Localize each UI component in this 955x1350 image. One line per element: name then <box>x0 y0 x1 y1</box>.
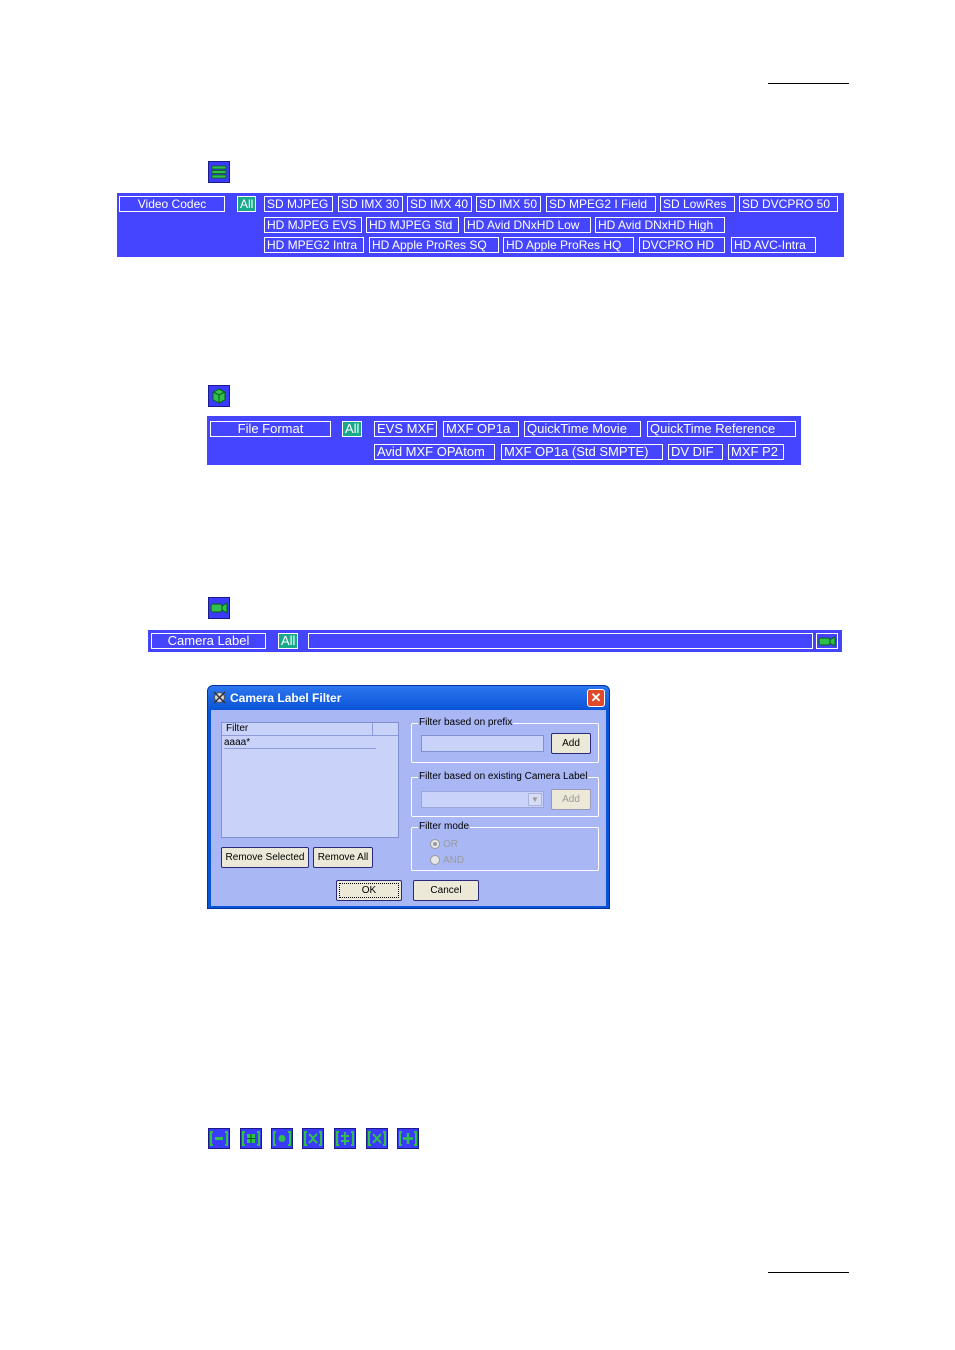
bracket-x-icon[interactable] <box>366 1128 388 1149</box>
video-codec-chip-sd-imx30[interactable]: SD IMX 30 <box>338 196 403 212</box>
dialog-titlebar: Camera Label Filter ✕ <box>208 686 609 710</box>
list-item[interactable]: aaaa* <box>224 737 376 749</box>
video-codec-bar: Video Codec All SD MJPEG SD IMX 30 SD IM… <box>117 193 844 257</box>
prefix-input[interactable] <box>421 735 544 752</box>
mode-and-radio[interactable]: AND <box>430 855 464 867</box>
file-format-chip-mxf-p2[interactable]: MXF P2 <box>728 444 784 460</box>
filter-mode-group-title: Filter mode <box>418 821 471 833</box>
remove-selected-button[interactable]: Remove Selected <box>221 847 309 868</box>
video-codec-chip-hd-mjpeg-std[interactable]: HD MJPEG Std <box>366 217 459 233</box>
prefix-group-title: Filter based on prefix <box>418 717 514 729</box>
video-codec-all-chip[interactable]: All <box>237 196 257 212</box>
video-codec-chip-sd-mjpeg[interactable]: SD MJPEG <box>264 196 333 212</box>
camera-label-all-chip[interactable]: All <box>278 633 299 649</box>
file-format-chip-evs-mxf[interactable]: EVS MXF <box>374 421 437 437</box>
video-codec-icon <box>208 161 230 183</box>
mode-or-radio[interactable]: OR <box>430 839 458 851</box>
prefix-group: Filter based on prefix Add <box>411 717 599 763</box>
remove-all-button[interactable]: Remove All <box>313 847 373 868</box>
add-prefix-button[interactable]: Add <box>551 733 591 754</box>
dialog-app-icon <box>212 690 227 705</box>
bracket-dot-icon[interactable] <box>271 1128 293 1149</box>
filter-mode-group: Filter mode OR AND <box>411 821 599 871</box>
video-codec-chip-sd-lowres[interactable]: SD LowRes <box>660 196 735 212</box>
cancel-button[interactable]: Cancel <box>413 880 479 901</box>
bracket-plus-icon[interactable] <box>397 1128 419 1149</box>
bracket-arrows-in-icon[interactable] <box>302 1128 324 1149</box>
file-format-chip-quicktime-movie[interactable]: QuickTime Movie <box>524 421 641 437</box>
camera-label-icon <box>208 597 230 619</box>
camera-label-bar: Camera Label All <box>148 630 842 652</box>
existing-label-group-title: Filter based on existing Camera Label <box>418 771 589 783</box>
file-format-chip-mxf-op1a-smpte[interactable]: MXF OP1a (Std SMPTE) <box>501 444 663 460</box>
file-format-chip-quicktime-reference[interactable]: QuickTime Reference <box>647 421 796 437</box>
filter-list-header-divider[interactable] <box>372 723 373 735</box>
ok-button[interactable]: OK <box>336 880 402 901</box>
bracket-split-icon[interactable] <box>334 1128 356 1149</box>
mode-and-label: AND <box>443 855 465 866</box>
file-format-chip-mxf-op1a[interactable]: MXF OP1a <box>443 421 519 437</box>
mode-or-label: OR <box>443 839 458 850</box>
camera-label-field[interactable] <box>308 633 813 649</box>
radio-selected-icon <box>430 839 440 850</box>
dialog-client: Filter aaaa* Remove Selected Remove All … <box>211 710 606 906</box>
bracket-grid-icon[interactable] <box>240 1128 262 1149</box>
file-format-icon <box>208 385 230 407</box>
dialog-close-button[interactable]: ✕ <box>587 689 605 707</box>
video-codec-chip-hd-prores-hq[interactable]: HD Apple ProRes HQ <box>503 237 634 253</box>
video-codec-chip-sd-dvcpro50[interactable]: SD DVCPRO 50 <box>739 196 838 212</box>
footer-rule <box>768 1272 849 1273</box>
video-codec-chip-hd-avc-intra[interactable]: HD AVC-Intra <box>731 237 816 253</box>
video-codec-chip-sd-mpeg2[interactable]: SD MPEG2 I Field <box>546 196 656 212</box>
header-rule <box>768 83 849 84</box>
camera-filter-icon <box>818 635 836 647</box>
video-codec-chip-hd-mpeg2-intra[interactable]: HD MPEG2 Intra <box>264 237 364 253</box>
video-codec-label: Video Codec <box>119 196 225 212</box>
video-codec-chip-dvcpro-hd[interactable]: DVCPRO HD <box>639 237 725 253</box>
existing-label-select[interactable]: ▼ <box>421 791 544 808</box>
file-format-chip-dv-dif[interactable]: DV DIF <box>668 444 723 460</box>
video-codec-chip-sd-imx40[interactable]: SD IMX 40 <box>407 196 472 212</box>
add-existing-button[interactable]: Add <box>551 789 591 810</box>
file-format-bar: File Format All EVS MXF MXF OP1a QuickTi… <box>207 416 801 465</box>
bracket-minus-icon[interactable] <box>208 1128 230 1149</box>
camera-label-filter-dialog: Camera Label Filter ✕ Filter aaaa* Remov… <box>207 685 610 909</box>
camera-label-label: Camera Label <box>151 633 266 649</box>
file-format-chip-avid-mxf-opatom[interactable]: Avid MXF OPAtom <box>374 444 495 460</box>
filter-list[interactable]: Filter aaaa* <box>221 722 399 838</box>
video-codec-chip-hd-dnxhd-low[interactable]: HD Avid DNxHD Low <box>464 217 591 233</box>
chevron-down-icon[interactable]: ▼ <box>528 793 542 806</box>
filter-list-header-label: Filter <box>226 723 249 734</box>
video-codec-chip-hd-dnxhd-high[interactable]: HD Avid DNxHD High <box>595 217 725 233</box>
filter-list-header[interactable]: Filter <box>222 723 398 736</box>
file-format-all-chip[interactable]: All <box>342 421 363 437</box>
existing-label-group: Filter based on existing Camera Label ▼ … <box>411 771 599 817</box>
video-codec-chip-hd-mjpeg-evs[interactable]: HD MJPEG EVS <box>264 217 362 233</box>
dialog-title: Camera Label Filter <box>230 691 342 705</box>
radio-unselected-icon <box>430 855 440 866</box>
video-codec-chip-hd-prores-sq[interactable]: HD Apple ProRes SQ <box>369 237 499 253</box>
video-codec-chip-sd-imx50[interactable]: SD IMX 50 <box>476 196 541 212</box>
camera-label-filter-button[interactable] <box>816 633 838 649</box>
file-format-label: File Format <box>210 421 331 437</box>
